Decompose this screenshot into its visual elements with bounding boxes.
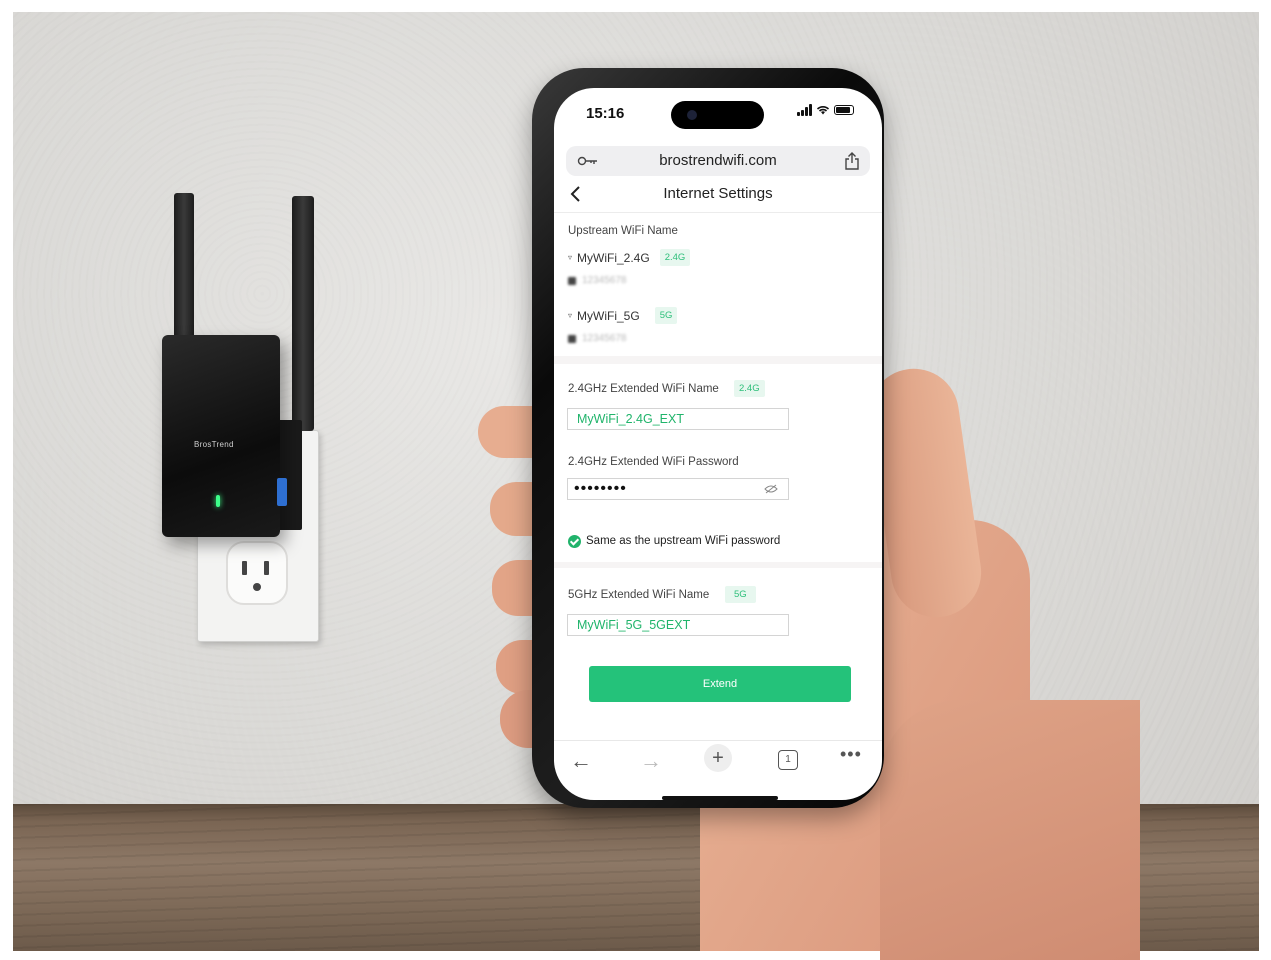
band-tag: 2.4G: [659, 249, 691, 266]
forward-arrow-icon[interactable]: →: [640, 748, 662, 774]
password-text: 12345678: [582, 333, 627, 344]
usb-port: [277, 478, 287, 506]
lock-icon: [568, 334, 576, 343]
upstream-label: Upstream WiFi Name: [568, 225, 678, 237]
right-antenna: [292, 196, 314, 431]
upstream-network-24: ▿ MyWiFi_2.4G 2.4G: [568, 249, 691, 266]
tab-count-icon[interactable]: 1: [778, 750, 798, 770]
ext5-name-label: 5GHz Extended WiFi Name: [568, 589, 710, 601]
ext24-name-label: 2.4GHz Extended WiFi Name: [568, 383, 719, 395]
ext5-name-value: MyWiFi_5G_5GEXT: [577, 618, 691, 632]
left-antenna: [174, 193, 194, 353]
ext5-name-input[interactable]: MyWiFi_5G_5GEXT: [567, 614, 789, 636]
header-divider: [554, 212, 882, 213]
browser-toolbar-divider: [554, 740, 882, 741]
address-bar[interactable]: brostrendwifi.com: [566, 146, 870, 176]
hand-wrist: [880, 700, 1140, 960]
wifi-extender: [162, 335, 280, 537]
new-tab-plus-icon[interactable]: +: [704, 744, 732, 772]
ext5-band-tag: 5G: [725, 586, 756, 603]
extend-button[interactable]: Extend: [589, 666, 851, 702]
page-title: Internet Settings: [663, 185, 773, 202]
dynamic-island: [671, 101, 764, 129]
upstream-password-24: 12345678: [568, 275, 627, 286]
ext24-name-value: MyWiFi_2.4G_EXT: [577, 412, 684, 426]
phone-screen: 15:16 brostrendwifi.com Internet Setting…: [554, 88, 882, 800]
checkbox-checked-icon[interactable]: [568, 535, 581, 548]
battery-icon: [834, 105, 854, 115]
status-led: [216, 495, 220, 507]
network-name: MyWiFi_5G: [577, 308, 640, 323]
share-icon[interactable]: [844, 152, 860, 170]
ext24-password-input[interactable]: ••••••••: [567, 478, 789, 500]
ext24-password-label: 2.4GHz Extended WiFi Password: [568, 456, 739, 468]
signal-icon: [797, 104, 812, 116]
password-text: 12345678: [582, 275, 627, 286]
wifi-small-icon: ▿: [568, 253, 573, 262]
lock-icon: [568, 276, 576, 285]
outlet-socket: [226, 541, 288, 605]
wifi-small-icon: ▿: [568, 311, 573, 320]
band-tag: 5G: [654, 307, 678, 324]
url-text: brostrendwifi.com: [659, 152, 777, 169]
ext24-name-input[interactable]: MyWiFi_2.4G_EXT: [567, 408, 789, 430]
extender-brand-label: BrosTrend: [194, 440, 234, 449]
network-name: MyWiFi_2.4G: [577, 250, 650, 265]
ext24-band-tag: 2.4G: [734, 380, 765, 397]
section-separator: [554, 356, 882, 364]
wifi-icon: [816, 106, 830, 115]
password-dots: ••••••••: [574, 480, 627, 497]
section-separator: [554, 562, 882, 568]
upstream-network-5: ▿ MyWiFi_5G 5G: [568, 307, 678, 324]
status-time: 15:16: [586, 105, 625, 122]
more-icon[interactable]: •••: [840, 744, 862, 765]
back-arrow-icon[interactable]: ←: [570, 748, 592, 774]
status-icons: [797, 104, 854, 116]
same-password-label[interactable]: Same as the upstream WiFi password: [586, 535, 780, 547]
eye-off-icon[interactable]: [764, 484, 778, 494]
upstream-password-5: 12345678: [568, 333, 627, 344]
home-indicator: [662, 796, 778, 800]
